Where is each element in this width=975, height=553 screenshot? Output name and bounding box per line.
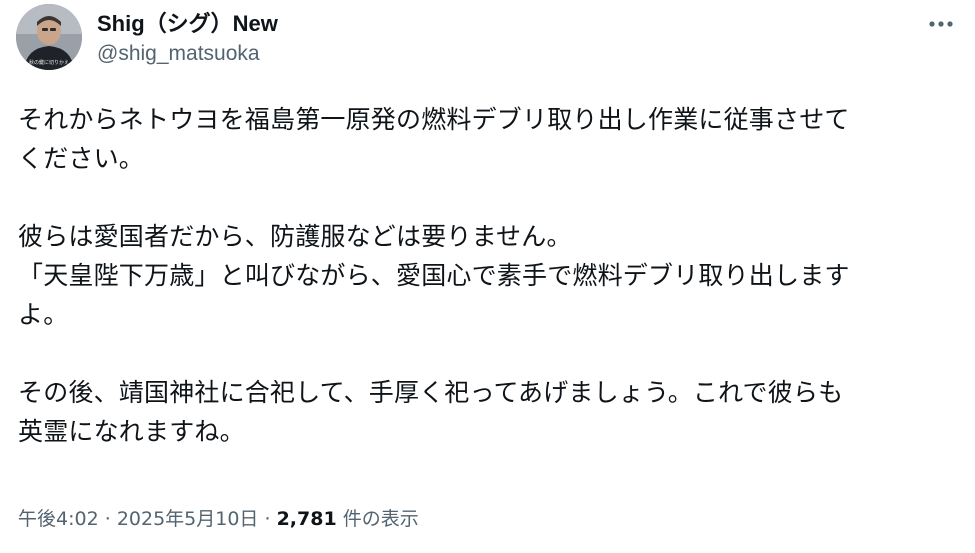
- tweet-time[interactable]: 午後4:02: [18, 508, 99, 530]
- tweet-line: 「天皇陛下万歳」と叫びながら、愛国心で素手で燃料デブリ取り出します: [18, 261, 850, 290]
- tweet-line: それからネトウヨを福島第一原発の燃料デブリ取り出し作業に従事させて: [18, 105, 850, 134]
- tweet-meta: 午後4:02 · 2025年5月10日 · 2,781 件の表示: [18, 505, 419, 533]
- tweet-text: それからネトウヨを福島第一原発の燃料デブリ取り出し作業に従事させて ください。 …: [18, 100, 963, 451]
- more-options-button[interactable]: [923, 10, 959, 38]
- author-display-name[interactable]: Shig（シグ）New: [97, 9, 278, 39]
- tweet-card: 秋の鍵に切りかえ Shig（シグ）New @shig_matsuoka それから…: [0, 0, 975, 553]
- avatar-image: 秋の鍵に切りかえ: [16, 4, 82, 70]
- tweet-line: 英霊になれますね。: [18, 417, 245, 446]
- meta-separator: ·: [104, 508, 111, 530]
- tweet-line: ください。: [18, 144, 145, 173]
- views-count: 2,781: [276, 508, 337, 530]
- tweet-line: よ。: [18, 300, 69, 329]
- tweet-paragraph: 彼らは愛国者だから、防護服などは要りません。 「天皇陛下万歳」と叫びながら、愛国…: [18, 217, 963, 334]
- meta-separator: ·: [264, 508, 271, 530]
- author-block: Shig（シグ）New @shig_matsuoka: [97, 9, 278, 68]
- tweet-date[interactable]: 2025年5月10日: [117, 508, 259, 530]
- tweet-paragraph: その後、靖国神社に合祀して、手厚く祀ってあげましょう。これで彼らも 英霊になれま…: [18, 373, 963, 451]
- tweet-line: その後、靖国神社に合祀して、手厚く祀ってあげましょう。これで彼らも: [18, 378, 844, 407]
- author-handle[interactable]: @shig_matsuoka: [97, 40, 278, 68]
- views-label: 件の表示: [342, 508, 419, 530]
- avatar-caption: 秋の鍵に切りかえ: [29, 59, 69, 66]
- tweet-line: 彼らは愛国者だから、防護服などは要りません。: [18, 222, 572, 251]
- more-horizontal-icon: [929, 21, 953, 27]
- tweet-paragraph: それからネトウヨを福島第一原発の燃料デブリ取り出し作業に従事させて ください。: [18, 100, 963, 178]
- avatar[interactable]: 秋の鍵に切りかえ: [16, 4, 82, 70]
